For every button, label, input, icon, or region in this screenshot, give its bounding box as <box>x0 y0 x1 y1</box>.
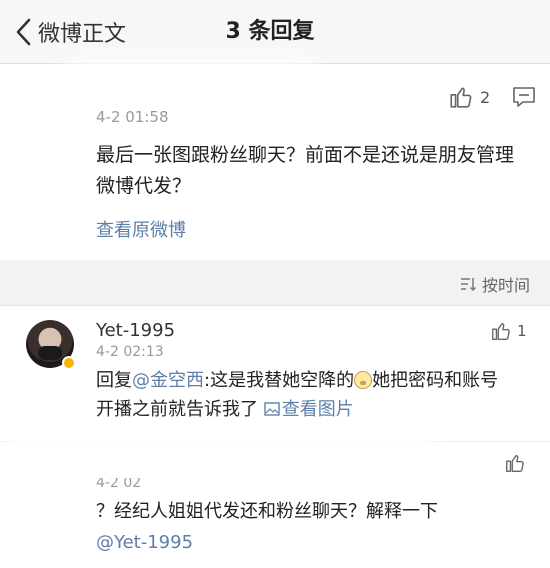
reply-text: 回复@金空西:这是我替她空降的 她把密码和账号开播之前就告诉我了 查看图片 <box>96 366 516 424</box>
reply-text: ？经纪人姐姐代发还和粉丝聊天？解释一下 @Yet-1995 <box>96 496 526 558</box>
reply-username[interactable]: Yet-1995 <box>96 320 175 341</box>
sort-by-time-button[interactable]: 按时间 <box>460 272 530 296</box>
view-image-label: 查看图片 <box>281 399 354 420</box>
reply-like-button[interactable]: 1 <box>490 320 527 342</box>
reply-like-count: 1 <box>517 322 527 340</box>
navigation-bar: 微博正文 3 条回复 <box>0 0 550 64</box>
view-image-link[interactable]: 查看图片 <box>264 399 354 420</box>
verified-badge-icon <box>62 356 76 370</box>
sort-icon <box>460 278 476 292</box>
like-count: 2 <box>480 87 491 107</box>
image-icon <box>264 402 280 416</box>
blurred-user-area <box>0 432 440 488</box>
page-title: 3 条回复 <box>225 19 315 44</box>
sort-bar: 按时间 <box>0 260 550 306</box>
thumbs-up-icon <box>506 454 524 472</box>
list-item: Yet-1995 4-2 02:13 1 回复@金空西:这是我替她空降的 她把密码… <box>0 306 550 442</box>
comment-time: 4-2 01:58 <box>96 108 169 126</box>
reply-time: 4-2 02:13 <box>96 344 164 360</box>
mention-link[interactable]: @金空西 <box>132 370 204 391</box>
comment-text: 最后一张图跟粉丝聊天？前面不是还说是朋友管理微博代发？ <box>96 144 515 197</box>
avatar-mask-shape <box>38 346 62 360</box>
view-original-link[interactable]: 查看原微博 <box>96 216 186 242</box>
avatar[interactable] <box>26 320 76 370</box>
replies-list: Yet-1995 4-2 02:13 1 回复@金空西:这是我替她空降的 她把密码… <box>0 306 550 568</box>
thumbs-up-icon <box>450 87 472 108</box>
reply-prefix: 回复 <box>96 370 132 391</box>
reply-text-body: ？经纪人姐姐代发还和粉丝聊天？解释一下 <box>96 501 438 522</box>
reply-time: 4-2 02 <box>96 478 142 490</box>
mention-link[interactable]: @Yet-1995 <box>96 532 193 553</box>
like-button[interactable]: 2 <box>448 84 490 110</box>
comment-button[interactable] <box>512 86 536 112</box>
reply-text-part-a: :这是我替她空降的 <box>204 370 355 391</box>
main-comment-card: 2 4-2 01:58 最后一张图跟粉丝聊天？前面不是还说是朋友管理微博代发？ … <box>0 60 550 260</box>
sort-label: 按时间 <box>481 276 530 295</box>
thumbs-up-icon <box>492 322 510 340</box>
comment-bubble-icon <box>513 87 535 107</box>
smile-emoji-icon <box>354 371 373 389</box>
reply-like-button[interactable] <box>504 452 526 478</box>
list-item: 4-2 02 ？经纪人姐姐代发还和粉丝聊天？解释一下 @Yet-1995 <box>0 432 550 568</box>
blurred-avatar-area <box>60 60 320 94</box>
